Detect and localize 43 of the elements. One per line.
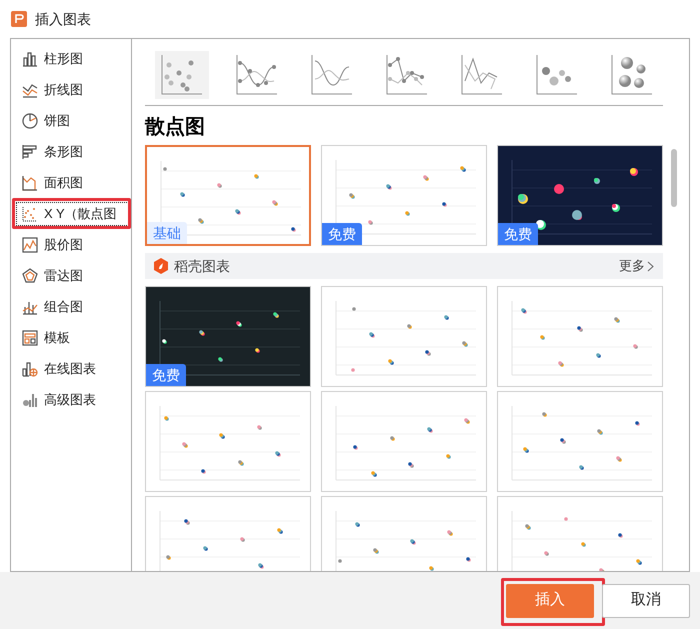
sidebar-item[interactable]: 在线图表: [16, 356, 129, 380]
sidebar-item[interactable]: 面积图: [16, 170, 129, 194]
docer-logo-icon: [154, 258, 168, 274]
sidebar-item[interactable]: X Y（散点图: [16, 202, 129, 226]
sidebar-item[interactable]: 雷达图: [16, 264, 129, 288]
sidebar-item[interactable]: 高级图表: [16, 388, 129, 412]
scatter-chart-icon: [21, 204, 39, 222]
template-badge: 免费: [146, 364, 186, 386]
template-badge: 基础: [147, 222, 187, 244]
pie-chart-icon: [21, 112, 39, 130]
chart-icon: [21, 236, 39, 254]
sidebar-item[interactable]: 模板: [16, 326, 129, 350]
chart-template[interactable]: 免费: [145, 286, 311, 387]
cancel-button[interactable]: 取消: [602, 584, 690, 618]
chart-icon: [21, 174, 39, 192]
chart-template[interactable]: [321, 286, 487, 387]
chart-template[interactable]: [321, 391, 487, 492]
chart-icon: [21, 50, 39, 68]
chart-icon: [21, 266, 39, 284]
sidebar-item[interactable]: 折线图: [16, 78, 129, 102]
chart-template[interactable]: 免费: [497, 145, 663, 246]
template-badge: 免费: [322, 223, 362, 245]
app-logo-icon: [11, 11, 27, 27]
chart-template[interactable]: [497, 391, 663, 492]
chart-icon: [21, 142, 39, 160]
sidebar-item[interactable]: 组合图: [16, 294, 129, 318]
scrollbar: [671, 149, 677, 207]
sidebar-item[interactable]: 饼图: [16, 108, 129, 132]
more-link[interactable]: 更多: [619, 256, 654, 276]
chart-template[interactable]: 免费: [321, 145, 487, 246]
chart-icon: [21, 360, 39, 378]
section-title: 散点图: [145, 115, 205, 140]
chart-template[interactable]: [497, 286, 663, 387]
chart-subtype-icon[interactable]: [155, 51, 209, 99]
chart-icon: [21, 328, 39, 346]
sidebar-item[interactable]: 柱形图: [16, 46, 129, 70]
template-badge: 免费: [498, 223, 538, 245]
window-title: 插入图表: [35, 10, 91, 28]
sidebar-item[interactable]: 股价图: [16, 232, 129, 256]
section-label: 稻壳图表: [174, 256, 230, 276]
sidebar-item[interactable]: 条形图: [16, 140, 129, 164]
chevron-right-icon: [647, 260, 654, 272]
chart-template[interactable]: [145, 391, 311, 492]
